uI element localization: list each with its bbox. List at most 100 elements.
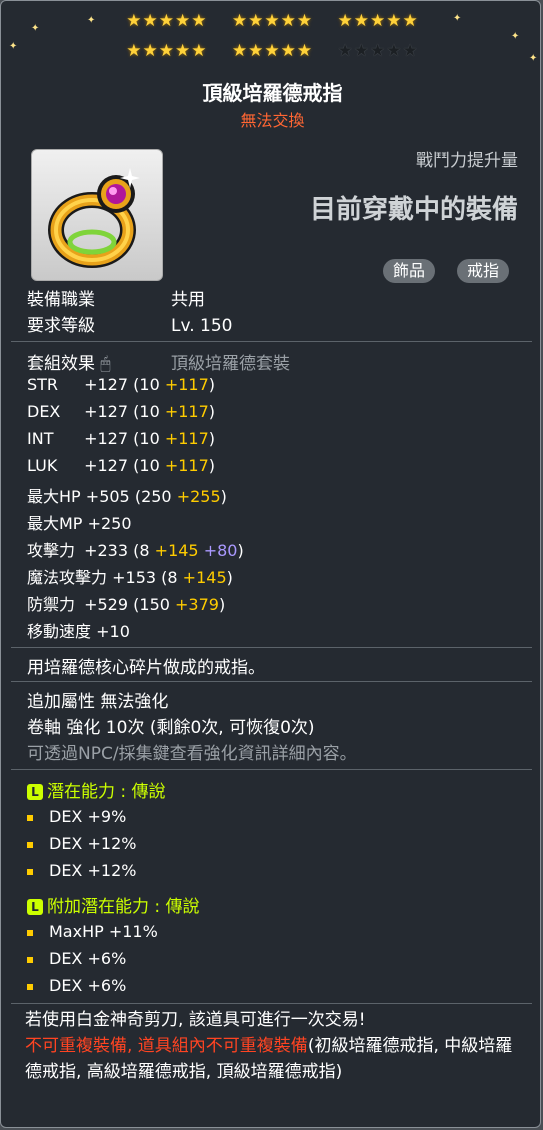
bonus-potential-title-text: 附加潛在能力 : 傳說 xyxy=(47,897,200,917)
stat-total: +505 xyxy=(85,487,130,506)
item-icon-frame xyxy=(31,149,163,281)
item-description: 用培羅德核心碎片做成的戒指。 xyxy=(27,658,265,678)
stat-close-paren: ) xyxy=(208,429,216,448)
item-tooltip: ★★★★★ ★★★★★ ★★★★★ ★★★★★ ★★★★★ ★★★★★ ✦ ✦ … xyxy=(0,0,541,1128)
stat-bonus: +379 xyxy=(175,595,219,614)
stat-close-paren: ) xyxy=(208,375,216,394)
stat-name: LUK xyxy=(27,456,58,475)
category-tag-ring: 戒指 xyxy=(457,259,510,283)
divider xyxy=(11,1003,532,1004)
stat-base: (8 xyxy=(161,568,178,587)
sparkle-icon: ✦ xyxy=(31,23,40,34)
stat-bonus: +255 xyxy=(176,487,221,506)
divider xyxy=(11,681,532,682)
stat-base: (250 xyxy=(134,487,172,506)
stat-total: +127 xyxy=(84,429,129,448)
bonus-potential-line: DEX +6% xyxy=(27,949,126,968)
job-value: 共用 xyxy=(171,290,205,310)
stat-close-paren: ) xyxy=(218,595,226,614)
star-force-row-2: ★★★★★ ★★★★★ ★★★★★ xyxy=(1,41,543,61)
duplicate-warning: 不可重複裝備, 道具組內不可重複裝備(初級培羅德戒指, 中級培羅德戒指, 高級培… xyxy=(25,1033,525,1085)
bonus-potential-line: MaxHP +11% xyxy=(27,922,158,941)
stat-base: (10 xyxy=(133,375,160,394)
mouse-icon: 🖱 xyxy=(100,354,111,374)
stat-row-0: STR +127 (10 +117) xyxy=(27,375,215,394)
stat-bonus: +117 xyxy=(164,429,209,448)
legendary-grade-icon: L xyxy=(27,784,43,800)
stat-close-paren: ) xyxy=(208,456,216,475)
bullet-icon xyxy=(27,956,33,963)
set-effect[interactable]: 套組效果 🖱 頂級培羅德套裝 xyxy=(27,349,290,374)
stat-base: (150 xyxy=(133,595,170,614)
stat-row-2: INT +127 (10 +117) xyxy=(27,429,215,448)
star-icon-group: ★★★★★ xyxy=(337,11,419,31)
stat-total: +250 xyxy=(87,514,132,533)
potential-line: DEX +12% xyxy=(27,834,136,853)
star-icon-group: ★★★★★ xyxy=(231,11,314,31)
potential-line: DEX +12% xyxy=(27,861,136,880)
trade-status: 無法交換 xyxy=(240,111,305,130)
potential-line: DEX +9% xyxy=(27,807,126,826)
bullet-icon xyxy=(27,868,33,875)
combat-power-label: 戰鬥力提升量 xyxy=(416,151,518,171)
bullet-icon xyxy=(27,983,33,990)
star-icon-group: ★★★★★ xyxy=(126,41,208,61)
stat-name: DEX xyxy=(27,402,61,421)
stat-name: 防禦力 xyxy=(27,595,76,614)
stat-total: +153 xyxy=(112,568,157,587)
empty-star-icon-group: ★★★★★ xyxy=(337,41,419,61)
npc-hint: 可透過NPC/採集鍵查看強化資訊詳細內容。 xyxy=(27,744,357,764)
sparkle-icon: ✦ xyxy=(511,31,520,42)
legendary-grade-icon: L xyxy=(27,899,43,915)
level-value: Lv. 150 xyxy=(171,316,233,336)
stat-base: (8 xyxy=(133,541,150,560)
potential-line-text: DEX +12% xyxy=(49,834,137,853)
level-label: 要求等級 xyxy=(27,316,95,336)
stat-total: +529 xyxy=(84,595,129,614)
bonus-potential-line: DEX +6% xyxy=(27,976,126,995)
item-name: 頂級培羅德戒指 xyxy=(202,81,343,105)
stat-scroll-bonus: +80 xyxy=(203,541,238,560)
platinum-scissors-note: 若使用白金神奇剪刀, 該道具可進行一次交易! xyxy=(25,1010,366,1030)
level-requirement: 要求等級 Lv. 150 xyxy=(27,311,232,336)
sparkle-icon: ✦ xyxy=(9,41,18,52)
potential-line-text: DEX +9% xyxy=(49,807,127,826)
stat-total: +127 xyxy=(84,456,129,475)
scroll-upgrade-info: 卷軸 強化 10次 (剩餘0次, 可恢復0次) xyxy=(27,718,315,738)
stat-name: 最大MP xyxy=(27,514,83,533)
stat-bonus: +117 xyxy=(164,456,209,475)
stat-name: 最大HP xyxy=(27,487,81,506)
potential-title-text: 潛在能力 : 傳說 xyxy=(47,782,166,802)
stat-bonus: +117 xyxy=(164,375,209,394)
stat-total: +10 xyxy=(96,622,130,641)
star-icon-group: ★★★★★ xyxy=(231,41,314,61)
stat-row-8: 防禦力 +529 (150 +379) xyxy=(27,591,225,615)
sparkle-icon: ✦ xyxy=(529,53,538,64)
sparkle-icon: ✦ xyxy=(87,15,96,26)
stat-row-4: 最大HP +505 (250 +255) xyxy=(27,483,227,507)
category-tag-accessory: 飾品 xyxy=(383,259,436,283)
ring-icon xyxy=(48,168,140,268)
stat-row-9: 移動速度 +10 xyxy=(27,618,130,642)
stat-close-paren: ) xyxy=(220,487,227,506)
divider xyxy=(11,769,532,770)
stat-base: (10 xyxy=(133,402,160,421)
stat-base: (10 xyxy=(133,456,160,475)
stat-bonus: +145 xyxy=(182,568,227,587)
stat-close-paren: ) xyxy=(237,541,244,560)
stat-row-7: 魔法攻擊力 +153 (8 +145) xyxy=(27,564,233,588)
set-effect-label: 套組效果 🖱 xyxy=(27,349,171,374)
duplicate-warning-text: 不可重複裝備, 道具組內不可重複裝備 xyxy=(25,1036,308,1056)
additional-options-info: 追加屬性 無法強化 xyxy=(27,692,169,712)
divider xyxy=(11,647,532,648)
stat-name: INT xyxy=(27,429,54,448)
potential-line-text: DEX +12% xyxy=(49,861,137,880)
stat-total: +127 xyxy=(84,375,129,394)
stat-base: (10 xyxy=(133,429,160,448)
stat-close-paren: ) xyxy=(226,568,233,587)
stat-name: 攻擊力 xyxy=(27,541,76,560)
set-effect-value: 頂級培羅德套裝 xyxy=(171,354,290,374)
set-effect-label-text: 套組效果 xyxy=(27,354,95,374)
equipped-text: 目前穿戴中的裝備 xyxy=(309,195,518,225)
star-icon-group: ★★★★★ xyxy=(126,11,208,31)
